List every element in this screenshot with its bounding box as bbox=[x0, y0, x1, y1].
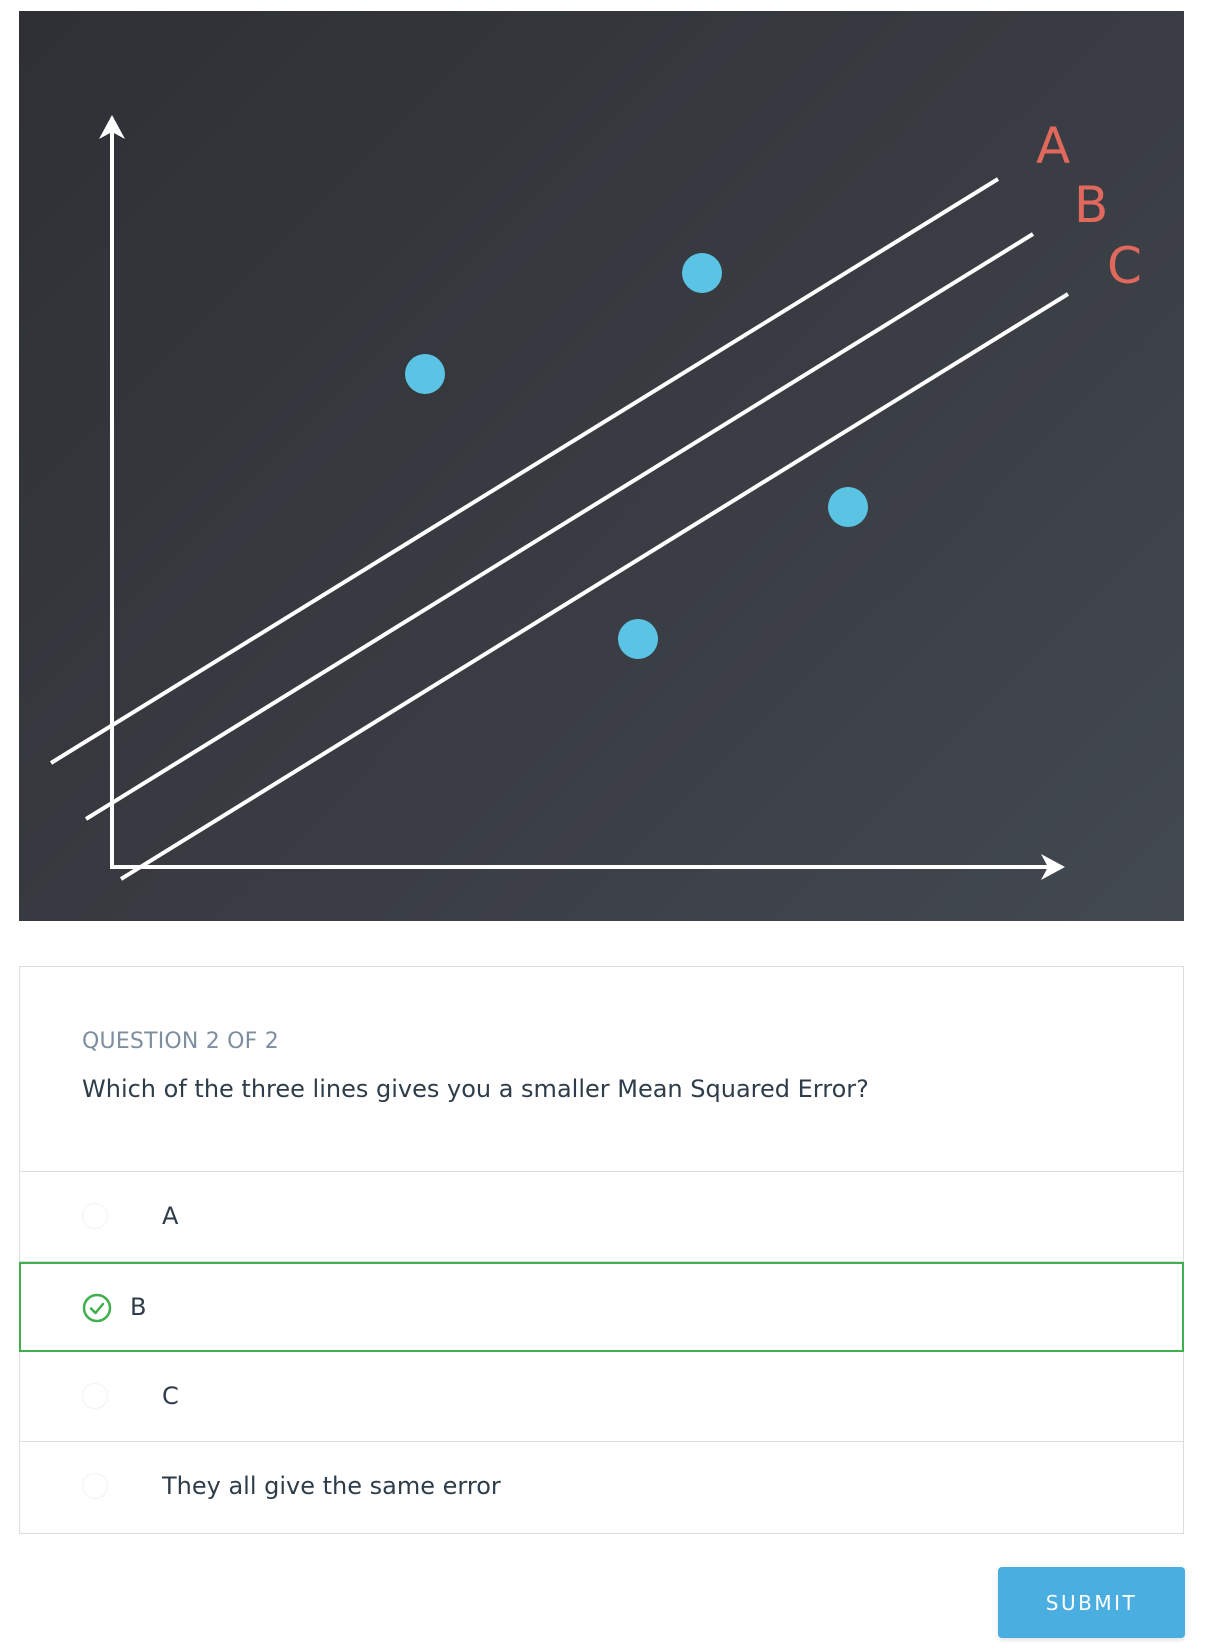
radio-button[interactable] bbox=[82, 1203, 108, 1229]
option-b[interactable]: B bbox=[19, 1262, 1184, 1352]
radio-button[interactable] bbox=[82, 1383, 108, 1409]
data-point bbox=[828, 487, 868, 527]
question-header: QUESTION 2 OF 2 Which of the three lines… bbox=[20, 967, 1183, 1172]
question-counter: QUESTION 2 OF 2 bbox=[82, 1029, 279, 1054]
option-a[interactable]: A bbox=[20, 1172, 1183, 1262]
line-c bbox=[119, 292, 1070, 881]
line-a bbox=[49, 177, 1000, 765]
check-circle-icon bbox=[82, 1293, 112, 1323]
question-figure: A B C bbox=[19, 11, 1184, 921]
submit-button[interactable]: SUBMIT bbox=[998, 1567, 1185, 1638]
data-point bbox=[405, 354, 445, 394]
data-point bbox=[682, 253, 722, 293]
quiz-card: QUESTION 2 OF 2 Which of the three lines… bbox=[19, 966, 1184, 1534]
data-point bbox=[618, 619, 658, 659]
line-b bbox=[84, 232, 1035, 821]
option-same-error[interactable]: They all give the same error bbox=[20, 1442, 1183, 1532]
question-text: Which of the three lines gives you a sma… bbox=[82, 1075, 869, 1103]
option-label: B bbox=[130, 1293, 147, 1321]
regression-diagram: A B C bbox=[49, 115, 1142, 881]
radio-button[interactable] bbox=[82, 1473, 108, 1499]
option-label: A bbox=[162, 1202, 179, 1230]
line-label-a: A bbox=[1036, 117, 1070, 175]
line-label-c: C bbox=[1107, 237, 1142, 295]
option-label: C bbox=[162, 1382, 179, 1410]
option-c[interactable]: C bbox=[20, 1352, 1183, 1442]
option-label: They all give the same error bbox=[162, 1472, 501, 1500]
line-label-b: B bbox=[1074, 176, 1108, 234]
